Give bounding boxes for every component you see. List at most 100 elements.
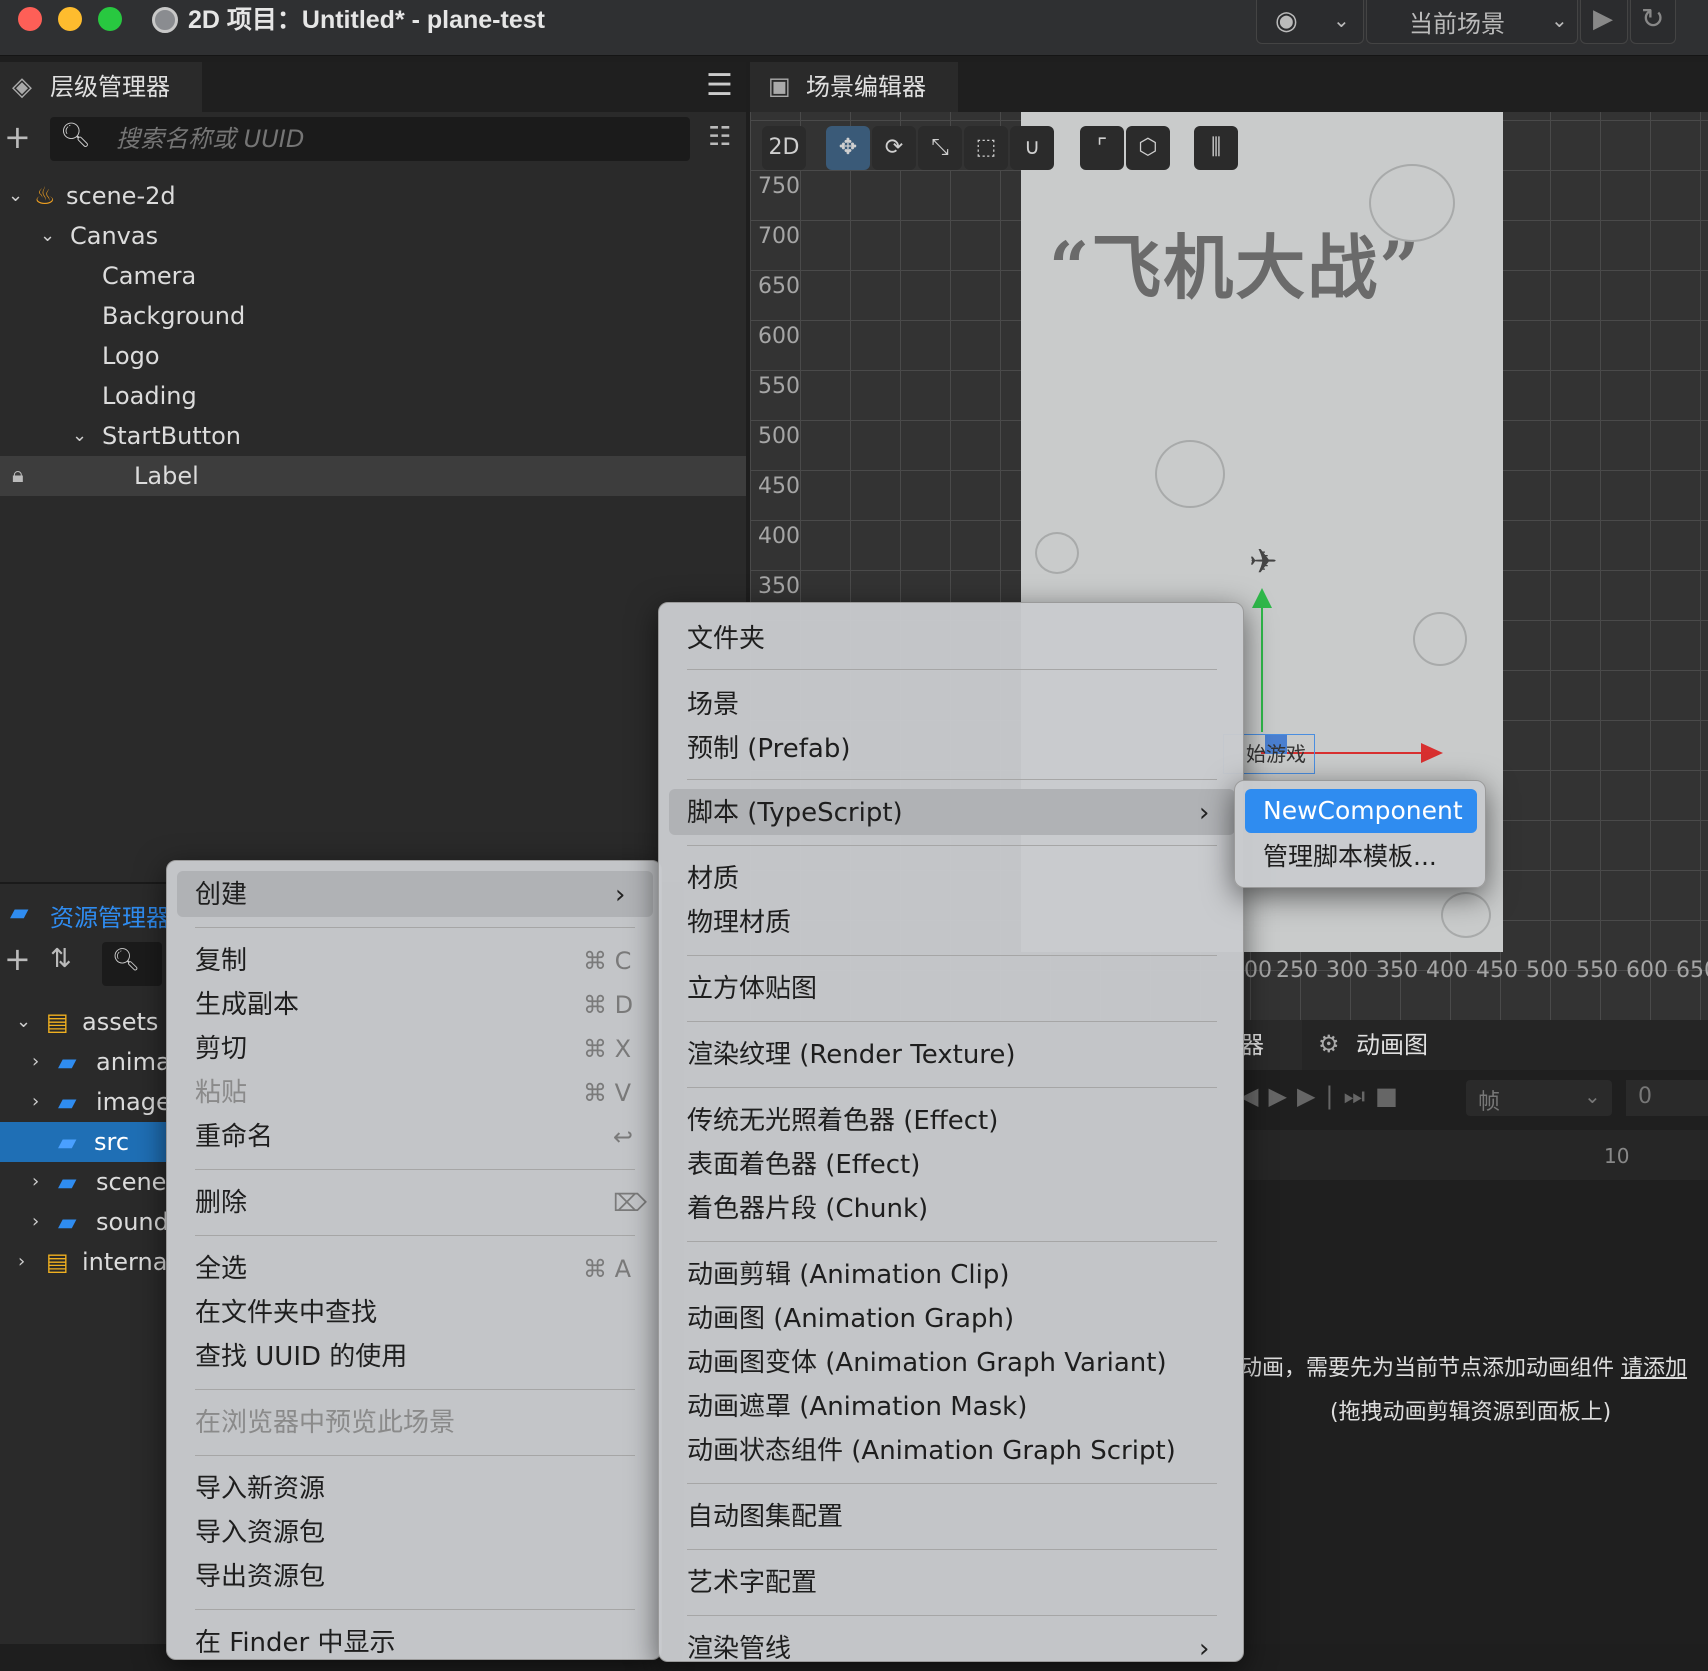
- platform-select[interactable]: ◉ ⌄: [1256, 0, 1364, 44]
- menu-item-material[interactable]: 材质: [687, 857, 739, 901]
- menu-item-rename[interactable]: 重命名: [195, 1115, 273, 1159]
- tree-item-label: StartButton: [102, 422, 242, 450]
- menu-item-export-package[interactable]: 导出资源包: [195, 1555, 325, 1599]
- unit-select[interactable]: 帧 ⌄: [1466, 1080, 1612, 1116]
- menu-item-shader-chunk[interactable]: 着色器片段 (Chunk): [687, 1187, 928, 1231]
- menu-item-anim-graph-variant[interactable]: 动画图变体 (Animation Graph Variant): [687, 1341, 1167, 1385]
- minimize-window-button[interactable]: [58, 7, 82, 31]
- play-button[interactable]: ▶: [1580, 0, 1628, 44]
- menu-item-anim-clip[interactable]: 动画剪辑 (Animation Clip): [687, 1253, 1009, 1297]
- tree-item-loading[interactable]: Loading: [0, 376, 746, 416]
- tree-item-background[interactable]: Background: [0, 296, 746, 336]
- menu-item-auto-atlas[interactable]: 自动图集配置: [687, 1495, 843, 1539]
- pivot-button[interactable]: ⌜: [1080, 126, 1124, 170]
- snap-tool-button[interactable]: ∪: [1010, 126, 1054, 170]
- sort-list-icon[interactable]: ☷: [708, 122, 731, 152]
- tree-item-label: Background: [102, 302, 246, 330]
- menu-item-find-in-folder[interactable]: 在文件夹中查找: [195, 1291, 377, 1335]
- rotate-tool-button[interactable]: ⟳: [872, 126, 916, 170]
- tree-item-label: Label: [134, 462, 199, 490]
- move-tool-button[interactable]: ✥: [826, 126, 870, 170]
- asset-item-animation[interactable]: › ▰ anima: [0, 1042, 170, 1082]
- refresh-button[interactable]: ↻: [1630, 0, 1676, 44]
- next-frame-icon[interactable]: ▶|: [1297, 1082, 1344, 1110]
- menu-item-paste[interactable]: 粘贴: [195, 1071, 247, 1115]
- menu-item-find-uuid[interactable]: 查找 UUID 的使用: [195, 1335, 407, 1379]
- menu-item-folder[interactable]: 文件夹: [687, 617, 765, 661]
- asset-item-sound[interactable]: › ▰ sound: [0, 1202, 170, 1242]
- menu-icon[interactable]: ☰: [706, 68, 733, 103]
- add-node-button[interactable]: +: [4, 118, 31, 156]
- menu-item-script[interactable]: 脚本 (TypeScript): [687, 791, 903, 835]
- menu-separator: [687, 669, 1217, 670]
- menu-item-surface-shader[interactable]: 表面着色器 (Effect): [687, 1143, 920, 1187]
- menu-item-show-in-finder[interactable]: 在 Finder 中显示: [195, 1621, 396, 1665]
- hierarchy-search[interactable]: 🔍︎: [50, 117, 690, 161]
- tree-item-label-node[interactable]: 🔒︎ Label: [0, 456, 746, 496]
- scale-tool-button[interactable]: ⤡: [918, 126, 962, 170]
- menu-item-new-component[interactable]: NewComponent: [1245, 789, 1477, 833]
- align-button[interactable]: ⫼: [1194, 126, 1238, 170]
- assets-search[interactable]: 🔍︎: [102, 942, 162, 986]
- menu-item-duplicate[interactable]: 生成副本: [195, 983, 299, 1027]
- tab-scene-editor[interactable]: ▣ 场景编辑器: [750, 62, 958, 112]
- asset-item-internal[interactable]: › ▤ internal: [0, 1242, 170, 1282]
- add-animation-link[interactable]: 请添加: [1621, 1356, 1687, 1381]
- gizmo-x-arrow[interactable]: [1421, 743, 1443, 763]
- asset-item-scene[interactable]: › ▰ scene: [0, 1162, 170, 1202]
- menu-item-delete[interactable]: 删除: [195, 1181, 247, 1225]
- tab-animation-graph[interactable]: ⚙ 动画图: [1306, 1020, 1470, 1070]
- menu-item-scene[interactable]: 场景: [687, 683, 739, 727]
- rect-tool-button[interactable]: ⬚: [964, 126, 1008, 170]
- tree-item-logo[interactable]: Logo: [0, 336, 746, 376]
- maximize-window-button[interactable]: [98, 7, 122, 31]
- menu-item-prefab[interactable]: 预制 (Prefab): [687, 727, 850, 771]
- asset-item-assets[interactable]: ⌄ ▤ assets: [0, 1002, 170, 1042]
- menu-item-label-atlas[interactable]: 艺术字配置: [687, 1561, 817, 1605]
- tree-item-startbutton[interactable]: ⌄ StartButton: [0, 416, 746, 456]
- scene-select[interactable]: 当前场景 ⌄: [1366, 0, 1578, 44]
- timeline-ruler[interactable]: 10: [1240, 1130, 1708, 1180]
- chevron-down-icon: ⌄: [40, 225, 56, 246]
- menu-item-import-package[interactable]: 导入资源包: [195, 1511, 325, 1555]
- menu-item-cut[interactable]: 剪切: [195, 1027, 247, 1071]
- sort-icon[interactable]: ⇅: [50, 944, 72, 974]
- 2d-toggle-button[interactable]: 2D: [762, 126, 806, 170]
- asset-item-image[interactable]: › ▰ image: [0, 1082, 170, 1122]
- menu-item-render-pipeline[interactable]: 渲染管线: [687, 1627, 791, 1671]
- add-asset-button[interactable]: +: [4, 940, 31, 978]
- menu-item-preview-browser[interactable]: 在浏览器中预览此场景: [195, 1401, 455, 1445]
- tab-assets[interactable]: ▰ 资源管理器: [0, 882, 170, 942]
- gizmo-y-axis[interactable]: [1261, 600, 1263, 732]
- menu-item-import-asset[interactable]: 导入新资源: [195, 1467, 325, 1511]
- menu-item-unlit-shader[interactable]: 传统无光照着色器 (Effect): [687, 1099, 998, 1143]
- gizmo-y-arrow[interactable]: [1252, 588, 1272, 608]
- tree-item-camera[interactable]: Camera: [0, 256, 746, 296]
- lock-icon[interactable]: 🔒︎: [12, 456, 24, 496]
- tab-animation-editor[interactable]: 器: [1240, 1020, 1302, 1070]
- close-window-button[interactable]: [18, 7, 42, 31]
- menu-item-physics-material[interactable]: 物理材质: [687, 901, 791, 945]
- frame-input[interactable]: 0: [1626, 1080, 1708, 1116]
- play-icon[interactable]: ▶: [1268, 1082, 1296, 1110]
- tab-hierarchy[interactable]: ◈ 层级管理器: [0, 62, 202, 112]
- last-frame-icon[interactable]: ⏭: [1343, 1082, 1375, 1110]
- menu-item-anim-mask[interactable]: 动画遮罩 (Animation Mask): [687, 1385, 1027, 1429]
- menu-item-render-texture[interactable]: 渲染纹理 (Render Texture): [687, 1033, 1016, 1077]
- prev-frame-icon[interactable]: ◀: [1240, 1082, 1268, 1110]
- hierarchy-search-input[interactable]: [116, 117, 676, 161]
- menu-item-copy[interactable]: 复制: [195, 939, 247, 983]
- menu-item-manage-templates[interactable]: 管理脚本模板...: [1263, 835, 1437, 879]
- tree-item-scene[interactable]: ⌄ ♨ scene-2d: [0, 176, 746, 216]
- menu-item-create[interactable]: 创建: [195, 873, 247, 917]
- menu-item-anim-graph-script[interactable]: 动画状态组件 (Animation Graph Script): [687, 1429, 1176, 1473]
- tree-item-canvas[interactable]: ⌄ Canvas: [0, 216, 746, 256]
- asset-item-src[interactable]: ▰ src: [0, 1122, 170, 1162]
- shortcut-label: ⌘ A: [583, 1255, 632, 1283]
- local-global-button[interactable]: ⬡: [1126, 126, 1170, 170]
- menu-item-anim-graph[interactable]: 动画图 (Animation Graph): [687, 1297, 1014, 1341]
- menu-item-select-all[interactable]: 全选: [195, 1247, 247, 1291]
- menu-item-cubemap[interactable]: 立方体贴图: [687, 967, 817, 1011]
- tab-scene-label: 场景编辑器: [806, 73, 926, 101]
- stop-icon[interactable]: ■: [1375, 1082, 1408, 1110]
